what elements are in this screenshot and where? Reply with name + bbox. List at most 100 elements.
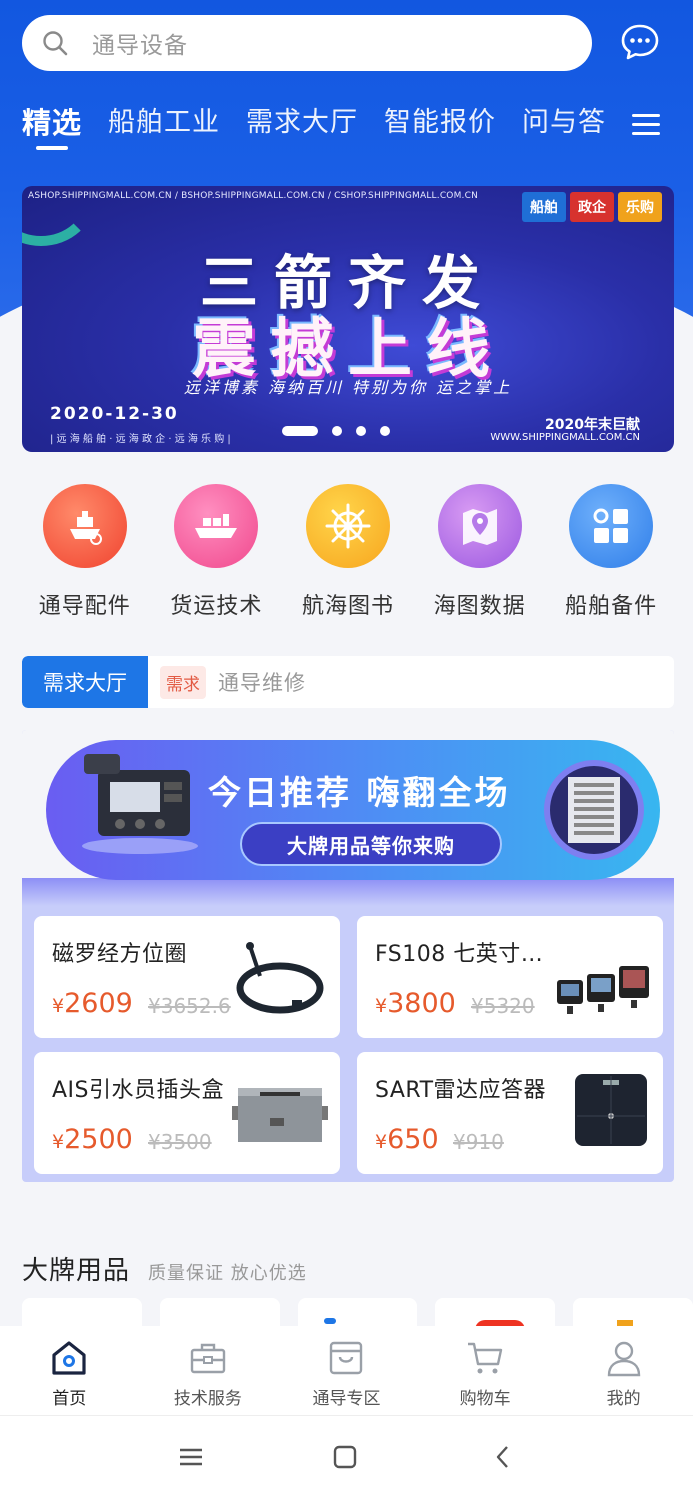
bottom-navigation: 首页 技术服务 通导专区 购物车 我的 [0,1326,693,1416]
nav-home[interactable]: 首页 [0,1326,139,1415]
nav-cart[interactable]: 购物车 [416,1326,555,1415]
brand-section-header: 大牌用品 质量保证 放心优选 [22,1250,307,1287]
banner-right-url: WWW.SHIPPINGMALL.COM.CN [490,432,640,443]
category-label: 船舶备件 [565,594,658,619]
promo-subtitle-button[interactable]: 大牌用品等你来购 [240,822,502,866]
scale-device-image [575,1074,647,1146]
parts-grid-icon [569,484,654,568]
category-cargo-tech[interactable]: 货运技术 [151,484,283,620]
message-icon[interactable] [620,22,660,62]
ship-gear-icon [42,484,127,568]
promo-section: 今日推荐 嗨翻全场 大牌用品等你来购 磁罗经方位圈 ¥2609 ¥3652.6 … [22,730,674,1182]
category-label: 通导配件 [38,594,131,619]
product-price: ¥650 [375,1124,439,1155]
cargo-ship-icon [174,484,259,568]
banner-urls: ASHOP.SHIPPINGMALL.COM.CN / BSHOP.SHIPPI… [28,191,479,201]
product-card[interactable]: AIS引水员插头盒 ¥2500 ¥3500 [34,1052,340,1174]
system-navigation-bar [0,1416,693,1500]
tab-demand-hall[interactable]: 需求大厅 [246,100,358,160]
product-price: ¥2609 [52,988,133,1019]
category-tabs: 精选 船舶工业 需求大厅 智能报价 问与答 [22,100,622,160]
carousel-dot-active[interactable] [282,426,318,436]
brand-tile[interactable] [435,1298,556,1328]
banner-date-sub: | 远 海 船 舶 · 远 海 政 企 · 远 海 乐 购 | [50,434,231,445]
bag-icon [330,1341,363,1375]
product-old-price: ¥3652.6 [148,994,231,1018]
nav-me[interactable]: 我的 [554,1326,693,1415]
logo-shop: 乐购 [618,192,662,222]
tab-featured[interactable]: 精选 [22,100,82,160]
brand-heading: 大牌用品 [22,1256,131,1286]
promo-title: 今日推荐 嗨翻全场 [208,773,511,812]
search-icon [43,31,68,56]
recent-apps-icon[interactable] [176,1442,206,1472]
banner-logos: 船舶 政企 乐购 [522,192,662,222]
promo-banner[interactable]: ASHOP.SHIPPINGMALL.COM.CN / BSHOP.SHIPPI… [22,186,674,452]
nav-tech-service[interactable]: 技术服务 [139,1326,278,1415]
back-icon[interactable] [488,1442,518,1472]
product-name: 磁罗经方位圈 [52,942,188,967]
product-grid: 磁罗经方位圈 ¥2609 ¥3652.6 FS108 七英寸显示器 ¥3800 … [34,916,663,1174]
logo-ship: 船舶 [522,192,566,222]
carousel-dot[interactable] [380,426,390,436]
logo-gov: 政企 [570,192,614,222]
banner-right-title: 2020年末巨献 [545,417,640,433]
tab-shipbuilding[interactable]: 船舶工业 [108,100,220,160]
home-button-icon[interactable] [330,1442,360,1472]
brand-logo-strip [22,1298,693,1328]
product-card[interactable]: 磁罗经方位圈 ¥2609 ¥3652.6 [34,916,340,1038]
demand-tag: 需求 [160,665,206,699]
product-old-price: ¥910 [453,1130,504,1154]
compass-ring-image [236,942,324,1014]
search-placeholder: 通导设备 [92,33,188,59]
panel-device-image [544,760,644,860]
product-old-price: ¥3500 [148,1130,212,1154]
brand-subheading: 质量保证 放心优选 [148,1263,307,1284]
product-price: ¥3800 [375,988,456,1019]
category-label: 货运技术 [170,594,263,619]
product-name: AIS引水员插头盒 [52,1078,225,1103]
product-name: FS108 七英寸显示器 [375,942,555,967]
brand-tile[interactable] [22,1298,142,1328]
demand-ticker[interactable]: 需求大厅 需求 通导维修 [22,656,674,708]
user-icon [607,1341,640,1377]
category-comm-parts[interactable]: 通导配件 [19,484,151,620]
tab-qa[interactable]: 问与答 [522,100,606,160]
product-card[interactable]: SART雷达应答器 ¥650 ¥910 [357,1052,663,1174]
product-price: ¥2500 [52,1124,133,1155]
toolbox-icon [190,1343,226,1374]
menu-icon[interactable] [632,114,660,138]
banner-date: 2020-12-30 [50,404,179,424]
carousel-dots [282,426,390,436]
product-old-price: ¥5320 [471,994,535,1018]
category-chart-data[interactable]: 海图数据 [414,484,546,620]
category-label: 航海图书 [301,594,394,619]
demand-hall-label[interactable]: 需求大厅 [22,656,148,708]
cart-icon [468,1342,503,1374]
category-grid: 通导配件 货运技术 航海图书 海图数据 船舶备件 [0,484,693,620]
search-bar[interactable]: 通导设备 [22,15,592,71]
brand-tile[interactable] [159,1298,280,1328]
nav-label: 我的 [606,1389,641,1409]
ship-wheel-icon [305,484,390,568]
radio-device-image [82,754,198,854]
product-name: SART雷达应答器 [375,1078,547,1103]
category-nautical-books[interactable]: 航海图书 [282,484,414,620]
category-ship-spares[interactable]: 船舶备件 [545,484,677,620]
map-pin-icon [437,484,522,568]
demand-text[interactable]: 通导维修 [218,667,306,697]
nav-comm-zone[interactable]: 通导专区 [277,1326,416,1415]
tab-smart-quote[interactable]: 智能报价 [384,100,496,160]
carousel-dot[interactable] [356,426,366,436]
display-units-image [557,966,649,1014]
carousel-dot[interactable] [332,426,342,436]
brand-tile[interactable] [573,1298,693,1328]
product-card[interactable]: FS108 七英寸显示器 ¥3800 ¥5320 [357,916,663,1038]
category-label: 海图数据 [433,594,526,619]
home-icon [52,1341,86,1375]
nav-label: 技术服务 [173,1389,242,1409]
junction-box-image [232,1088,328,1142]
nav-label: 通导专区 [312,1389,381,1409]
banner-slogan: 远洋博素 海纳百川 特别为你 运之掌上 [183,378,513,397]
brand-tile[interactable] [297,1298,418,1328]
